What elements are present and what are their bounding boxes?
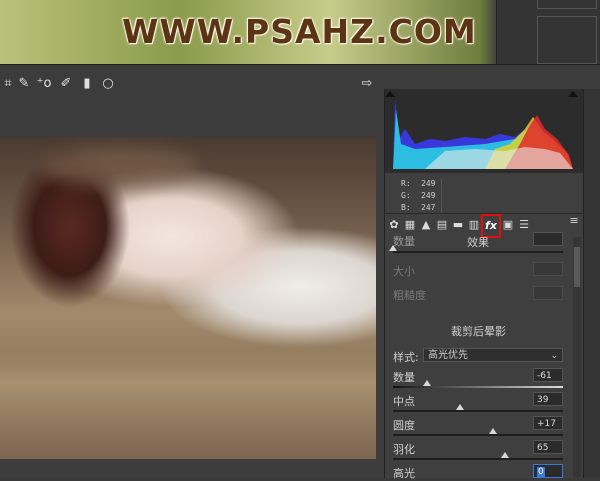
presets-icon[interactable]: ☰: [517, 218, 531, 232]
camera-calibration-icon[interactable]: ▣: [501, 218, 515, 232]
vignette-amount-track[interactable]: [393, 386, 563, 388]
export-icon[interactable]: ⇨: [359, 76, 375, 92]
adjustment-brush-icon[interactable]: ✐: [58, 76, 74, 92]
effects-roughness-field: [533, 286, 563, 300]
vignette-feather-label: 羽化: [393, 443, 415, 456]
vignette-highlights-value: 0: [537, 467, 545, 477]
vignette-midpoint-label: 中点: [393, 395, 415, 408]
vignette-style-label: 样式:: [393, 351, 419, 364]
vignette-amount-label: 数量: [393, 371, 415, 384]
vignette-style-value: 高光优先: [428, 350, 468, 361]
tone-curve-icon[interactable]: ▦: [403, 218, 417, 232]
chrome-panel: [537, 16, 597, 64]
right-gutter: [583, 89, 600, 478]
vignette-feather-field[interactable]: 65: [533, 440, 563, 454]
effects-amount-track[interactable]: [393, 251, 563, 253]
watermark-text: WWW.PSAHZ.COM: [122, 12, 477, 51]
panel-scrollbar[interactable]: [573, 237, 581, 477]
vignette-feather-track[interactable]: [393, 458, 563, 460]
split-toning-icon[interactable]: ▬: [451, 218, 465, 232]
g-value: 249: [421, 191, 436, 200]
vignette-roundness-label: 圆度: [393, 419, 415, 432]
crop-icon[interactable]: ⌗: [0, 76, 16, 92]
scrollbar-thumb[interactable]: [574, 247, 580, 287]
right-chrome: [496, 0, 600, 66]
redeye-icon[interactable]: ⁺o: [36, 76, 52, 92]
camera-raw-window: ⌗ ✎ ⁺o ✐ ▮ ○ ⇨ R: 249 G: 249 B: 247 ✿ ▦ …: [0, 64, 600, 480]
effects-size-label: 大小: [393, 265, 415, 278]
r-value: 249: [421, 179, 436, 188]
vignette-roundness-field[interactable]: +17: [533, 416, 563, 430]
photo-preview: [0, 137, 376, 459]
photo-grass: [0, 349, 376, 459]
vignette-midpoint-field[interactable]: 39: [533, 392, 563, 406]
hsl-icon[interactable]: ▤: [435, 218, 449, 232]
b-label: B:: [401, 203, 411, 212]
graduated-filter-icon[interactable]: ▮: [79, 76, 95, 92]
vignette-highlights-field[interactable]: 0: [533, 464, 563, 478]
vignette-feather-handle[interactable]: [501, 452, 509, 458]
image-canvas[interactable]: [0, 137, 376, 459]
effects-title: 效果: [467, 236, 489, 249]
spot-removal-icon[interactable]: ✎: [16, 76, 32, 92]
r-label: R:: [401, 179, 411, 188]
panel-menu-icon[interactable]: ≡: [567, 214, 581, 228]
g-label: G:: [401, 191, 411, 200]
vignette-title: 裁剪后晕影: [451, 325, 506, 338]
effects-roughness-label: 粗糙度: [393, 289, 426, 302]
b-value: 247: [421, 203, 436, 212]
effects-size-field: [533, 262, 563, 276]
detail-icon[interactable]: ▲: [419, 218, 433, 232]
histogram: [385, 89, 583, 173]
vignette-amount-handle[interactable]: [423, 380, 431, 386]
radial-filter-icon[interactable]: ○: [100, 76, 116, 92]
effects-panel-content: 效果 数量 大小 粗糙度 裁剪后晕影 样式: 高光优先 ⌄ 数量 -61 中点 …: [385, 232, 583, 480]
vignette-roundness-track[interactable]: [393, 434, 563, 436]
vignette-highlights-label: 高光: [393, 467, 415, 480]
effects-amount-field[interactable]: [533, 232, 563, 246]
adjustments-panel: R: 249 G: 249 B: 247 ✿ ▦ ▲ ▤ ▬ ▥ fx ▣ ☰ …: [384, 89, 583, 480]
basic-icon[interactable]: ✿: [387, 218, 401, 232]
toolbar: ⌗ ✎ ⁺o ✐ ▮ ○ ⇨: [0, 65, 384, 103]
vignette-roundness-handle[interactable]: [489, 428, 497, 434]
chevron-down-icon: ⌄: [550, 351, 558, 361]
effects-amount-handle[interactable]: [389, 245, 397, 251]
vignette-midpoint-handle[interactable]: [456, 404, 464, 410]
histogram-graph: [385, 89, 583, 173]
lens-icon[interactable]: ▥: [467, 218, 481, 232]
vignette-midpoint-track[interactable]: [393, 410, 563, 412]
chrome-tab: [537, 0, 597, 9]
photo-bokeh: [40, 147, 200, 187]
vignette-amount-field[interactable]: -61: [533, 368, 563, 382]
vignette-style-select[interactable]: 高光优先 ⌄: [423, 348, 563, 362]
